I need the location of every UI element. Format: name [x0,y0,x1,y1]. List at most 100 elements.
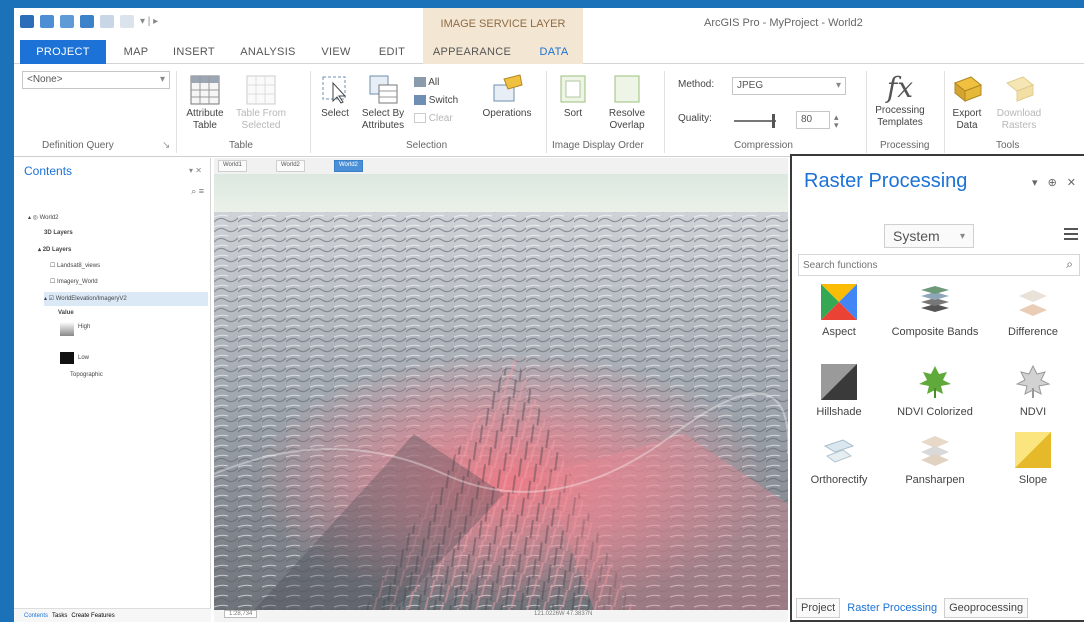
list-view-icon[interactable]: ⌕ ≡ [191,186,204,197]
tree-item-basemap[interactable]: Topographic [70,372,103,378]
select-button[interactable]: Select [316,73,354,120]
tab-appearance[interactable]: APPEARANCE [426,40,518,64]
search-input[interactable] [803,258,1043,272]
map-tab-active[interactable]: World2 [334,160,363,172]
sort-icon [560,75,586,103]
pin-icon[interactable]: ⊕ [1048,176,1057,189]
new-project-icon[interactable] [40,15,54,28]
redo-icon[interactable] [120,15,134,28]
raster-pane-bottom-tabs: Project Raster Processing Geoprocessing [796,598,1029,618]
function-difference[interactable]: Difference [988,284,1078,338]
tab-data[interactable]: DATA [526,40,582,64]
save-icon[interactable] [80,15,94,28]
customize-toolbar-icon[interactable]: ▾ | ▸ [140,16,158,27]
select-all-label: All [428,77,440,88]
function-aspect[interactable]: Aspect [794,284,884,338]
definition-query-combo[interactable]: <None> ▾ [22,71,170,89]
clear-selection-label: Clear [428,113,453,124]
tab-map[interactable]: MAP [114,40,158,64]
map-view-terrain[interactable] [214,174,788,610]
map-tab[interactable]: World1 [218,160,247,172]
tab-project-pane[interactable]: Project [796,598,841,618]
quality-spinner-icon[interactable]: ▴ ▾ [834,113,839,130]
dialog-launcher-icon[interactable]: ↘ [162,140,170,151]
attribute-table-label: Attribute Table [186,108,224,131]
function-orthorectify[interactable]: Orthorectify [794,432,884,486]
sort-button[interactable]: Sort [554,73,592,120]
legend-heading: Value [58,310,74,316]
function-pansharpen[interactable]: Pansharpen [890,432,980,486]
resolve-overlap-label: Resolve Overlap [608,108,646,131]
tree-item-2d-layers[interactable]: ▴ 2D Layers [38,246,71,253]
table-from-selected-button[interactable]: Table From Selected [236,75,286,132]
map-status-bar: 1:28,734 121.0226W 47.3837N [214,610,788,622]
tree-item-3d-layers[interactable]: 3D Layers [44,230,73,236]
tab-tasks[interactable]: Tasks [52,613,67,619]
function-label: Difference [1008,326,1058,338]
select-by-attributes-button[interactable]: Select By Attributes [358,73,408,132]
table-from-selected-icon [246,75,276,105]
ribbon-separator [664,71,665,153]
switch-selection-button[interactable]: Switch [414,95,474,107]
function-hillshade[interactable]: Hillshade [794,364,884,418]
tab-geoprocessing[interactable]: Geoprocessing [944,598,1029,618]
tab-analysis[interactable]: ANALYSIS [234,40,302,64]
pane-menu-icon[interactable]: ▾ [1032,176,1038,189]
tab-contents[interactable]: Contents [24,613,48,619]
function-label: NDVI [1019,406,1047,418]
function-ndvi-colorized[interactable]: NDVI Colorized [890,364,980,418]
function-ndvi[interactable]: NDVI [988,364,1078,418]
quality-slider[interactable] [734,120,776,122]
group-label-image-display-order: Image Display Order [552,140,644,151]
function-search-box[interactable]: ⌕ [798,254,1080,276]
tree-item-layer[interactable]: ☐ Landsat8_views [50,262,100,269]
search-icon[interactable]: ⌕ [1066,257,1073,272]
close-icon[interactable]: ✕ [1067,176,1076,189]
terrain-scene [214,174,788,610]
method-combo[interactable]: JPEG ▾ [732,77,846,95]
tab-edit[interactable]: EDIT [370,40,414,64]
select-label: Select [321,108,349,119]
download-rasters-button[interactable]: Download Rasters [992,73,1046,132]
legend-ramp-low [60,352,74,364]
function-slope[interactable]: Slope [988,432,1078,486]
scale-combo[interactable]: 1:28,734 [224,610,258,618]
undo-icon[interactable] [100,15,114,28]
tab-view[interactable]: VIEW [314,40,358,64]
tab-project[interactable]: PROJECT [20,40,106,64]
export-data-button[interactable]: Export Data [944,73,990,132]
legend-ramp-high [60,322,74,336]
tree-item-map[interactable]: ▴ ◎ World2 [28,214,59,221]
tab-raster-processing[interactable]: Raster Processing [842,598,943,618]
sort-label: Sort [563,108,583,119]
pane-options-icon[interactable]: ▾ ✕ [189,166,202,175]
contents-pane: Contents ▾ ✕ ⌕ ≡ ▴ ◎ World2 3D Layers ▴ … [14,158,211,622]
category-dropdown[interactable]: System ▾ [884,224,974,248]
group-label-selection: Selection [406,140,448,151]
contents-title: Contents [24,164,73,178]
contents-bottom-tabs: Contents Tasks Create Features [14,608,211,622]
clear-selection-button[interactable]: Clear [414,113,474,125]
quality-slider-thumb[interactable] [772,114,775,128]
map-tab[interactable]: World2 [276,160,305,172]
attribute-table-button[interactable]: Attribute Table [182,75,228,132]
select-all-button[interactable]: All [414,77,474,89]
function-fx-icon: fx [886,71,914,104]
tree-item-selected-layer[interactable]: ▴ ☑ WorldElevation/ImageryV2 [44,292,208,306]
hamburger-menu-icon[interactable] [1064,228,1078,240]
function-label: NDVI Colorized [897,406,973,418]
open-project-icon[interactable] [60,15,74,28]
quality-value: 80 [801,114,813,125]
processing-templates-button[interactable]: fx Processing Templates [868,71,932,129]
operations-button[interactable]: Operations [474,73,540,120]
clear-selection-icon [414,113,426,124]
quality-input[interactable]: 80 [796,111,830,129]
function-composite-bands[interactable]: Composite Bands [890,284,980,338]
tab-create-features[interactable]: Create Features [71,613,114,619]
group-label-definition-query: Definition Query [42,140,114,151]
ribbon-separator [546,71,547,153]
tree-item-layer[interactable]: ☐ Imagery_World [50,278,98,285]
resolve-overlap-button[interactable]: Resolve Overlap [600,73,654,132]
tab-insert[interactable]: INSERT [166,40,222,64]
ribbon-separator [176,71,177,153]
